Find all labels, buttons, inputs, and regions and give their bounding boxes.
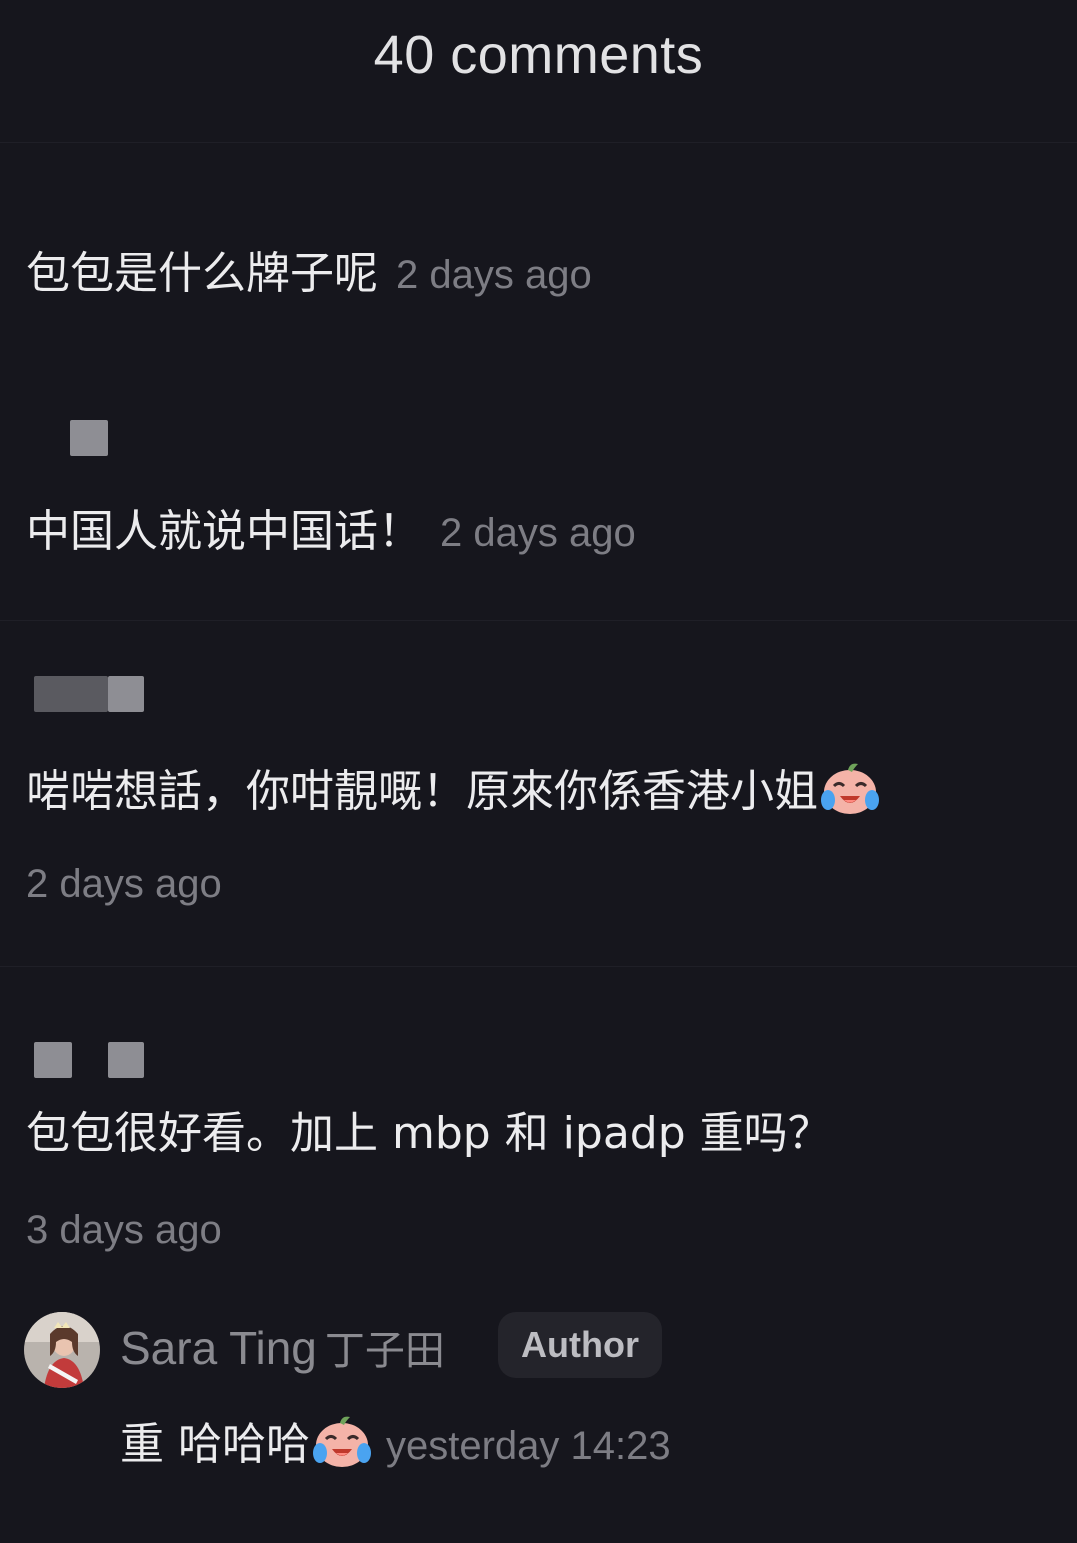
redacted-username	[34, 1042, 72, 1078]
comment-text: 中国人就说中国话！	[26, 506, 422, 557]
comment-time: 2 days ago	[396, 253, 592, 297]
comment-time: 2 days ago	[26, 862, 222, 906]
redacted-username	[108, 676, 144, 712]
comments-header: 40 comments	[0, 0, 1077, 140]
redacted-username	[34, 676, 108, 712]
comment-time: 3 days ago	[26, 1208, 222, 1252]
comment-divider	[0, 966, 1077, 967]
avatar[interactable]	[24, 1312, 100, 1388]
comment-text: 啱啱想話，你咁靚嘅！原來你係香港小姐	[26, 766, 818, 817]
author-badge: Author	[498, 1312, 662, 1378]
comment-1[interactable]: 包包是什么牌子呢 2 days ago	[26, 248, 592, 301]
comment-text: 包包很好看。加上 mbp 和 ipadp 重吗？	[26, 1108, 832, 1159]
reply-text: 重 哈哈哈	[120, 1419, 310, 1470]
redacted-username	[108, 1042, 144, 1078]
author-reply[interactable]: 重 哈哈哈 yesterday 14:23	[120, 1408, 671, 1472]
comment-divider	[0, 620, 1077, 621]
author-name-latin: Sara Ting	[120, 1322, 317, 1374]
comment-text: 包包是什么牌子呢	[26, 248, 378, 299]
reply-time: yesterday 14:23	[386, 1424, 671, 1468]
header-divider	[0, 142, 1077, 143]
crying-laughing-face-icon	[313, 1416, 371, 1467]
author-name[interactable]: Sara Ting 丁子田	[120, 1318, 445, 1376]
redacted-username	[70, 420, 108, 456]
comment-time: 2 days ago	[440, 511, 636, 555]
comments-count-title: 40 comments	[373, 25, 704, 85]
comment-4[interactable]: 包包很好看。加上 mbp 和 ipadp 重吗？	[26, 1108, 832, 1161]
crying-laughing-face-icon	[821, 763, 879, 814]
author-name-cjk: 丁子田	[324, 1328, 445, 1374]
comment-3[interactable]: 啱啱想話，你咁靚嘅！原來你係香港小姐	[26, 760, 880, 819]
avatar-photo-icon	[24, 1312, 100, 1388]
comment-2[interactable]: 中国人就说中国话！ 2 days ago	[26, 506, 636, 559]
